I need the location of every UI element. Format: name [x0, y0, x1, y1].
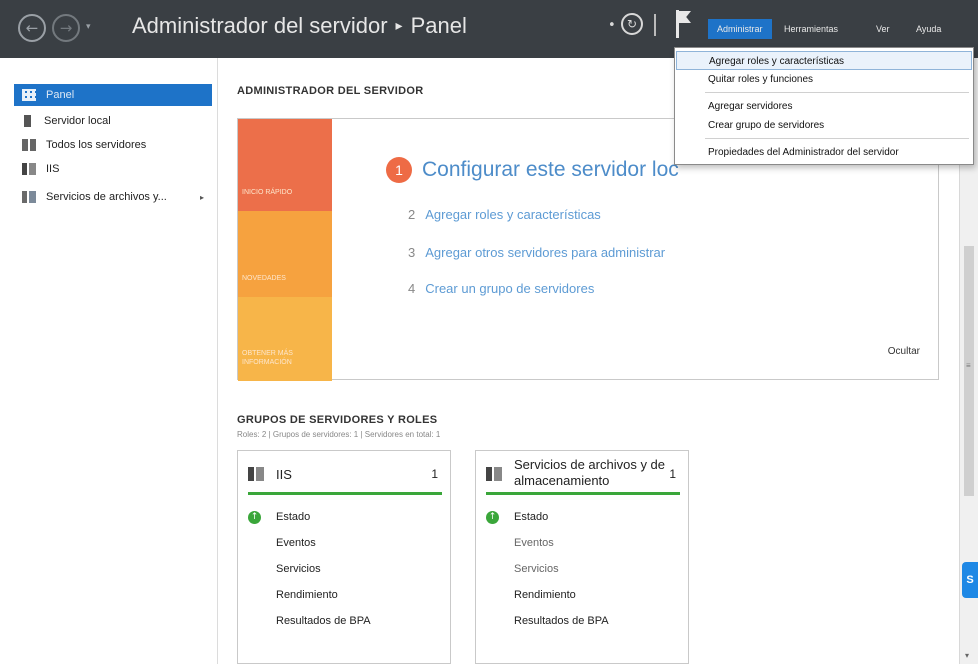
menu-item-add-roles[interactable]: Agregar roles y características — [676, 51, 972, 70]
back-button[interactable]: ← — [18, 14, 46, 42]
status-ok-icon: ↑ — [486, 511, 499, 524]
sidebar-item-iis[interactable]: IIS — [14, 158, 212, 180]
link-label: Agregar otros servidores para administra… — [425, 245, 666, 260]
file-services-icon — [22, 191, 36, 203]
card-row-services[interactable]: Servicios — [514, 563, 559, 575]
menu-item-add-servers[interactable]: Agregar servidores — [676, 97, 972, 116]
notifications-flag-icon[interactable] — [676, 10, 692, 38]
sidebar-item-label: Servidor local — [44, 115, 111, 127]
card-row-events[interactable]: Eventos — [514, 537, 554, 549]
tile-whats-new[interactable]: NOVEDADES — [238, 211, 332, 297]
sidebar-item-label: Panel — [46, 89, 75, 101]
card-row-performance[interactable]: Rendimiento — [276, 589, 338, 601]
step-number: 4 — [408, 281, 416, 296]
card-row-bpa[interactable]: Resultados de BPA — [276, 615, 371, 627]
refresh-dot: • — [608, 18, 616, 33]
card-count: 1 — [669, 467, 676, 481]
card-row-status[interactable]: Estado — [276, 511, 310, 523]
tile-label: NOVEDADES — [242, 275, 286, 282]
sidebar-item-all-servers[interactable]: Todos los servidores — [14, 134, 212, 156]
nav-history-dropdown-icon[interactable]: ▾ — [86, 22, 91, 32]
expand-arrow-icon[interactable]: ▸ — [200, 193, 204, 202]
title-page: Panel — [410, 13, 467, 38]
card-row-status[interactable]: Estado — [514, 511, 548, 523]
assistant-widget-icon[interactable]: S — [962, 562, 978, 598]
add-servers-link[interactable]: 3 Agregar otros servidores para administr… — [408, 245, 665, 260]
step-number: 3 — [408, 245, 416, 260]
card-header: Servicios de archivos y de almacenamient… — [486, 457, 680, 495]
file-services-icon — [486, 467, 502, 481]
step-label: Configurar este servidor loc — [422, 158, 679, 181]
card-count: 1 — [431, 467, 438, 481]
role-card-file-services[interactable]: Servicios de archivos y de almacenamient… — [475, 450, 689, 664]
title-app: Administrador del servidor — [132, 13, 388, 38]
card-row-services[interactable]: Servicios — [276, 563, 321, 575]
iis-icon — [22, 163, 36, 175]
link-label: Crear un grupo de servidores — [425, 281, 595, 296]
window-title: Administrador del servidor ▸ Panel — [132, 13, 467, 39]
administrar-dropdown-menu: Agregar roles y características Quitar r… — [674, 47, 974, 165]
menu-item-create-group[interactable]: Crear grupo de servidores — [676, 116, 972, 135]
tile-quick-start[interactable]: INICIO RÁPIDO — [238, 119, 332, 211]
title-separator-icon: ▸ — [395, 17, 403, 33]
card-row-events[interactable]: Eventos — [276, 537, 316, 549]
menu-administrar[interactable]: Administrar — [708, 19, 772, 39]
menu-ayuda[interactable]: Ayuda — [916, 24, 941, 34]
link-label: Agregar roles y características — [425, 207, 601, 222]
sidebar-item-panel[interactable]: Panel — [14, 84, 212, 106]
card-header: IIS 1 — [248, 461, 442, 495]
card-title: Servicios de archivos y de almacenamient… — [514, 457, 666, 488]
configure-server-link[interactable]: 1 Configurar este servidor loc — [386, 157, 679, 183]
tile-learn-more[interactable]: OBTENER MÁS INFORMACIÓN — [238, 297, 332, 381]
forward-button[interactable]: → — [52, 14, 80, 42]
page-heading: ADMINISTRADOR DEL SERVIDOR — [237, 85, 424, 97]
hide-link[interactable]: Ocultar — [888, 346, 920, 357]
menu-separator — [705, 92, 969, 93]
groups-summary: Roles: 2 | Grupos de servidores: 1 | Ser… — [237, 430, 441, 439]
role-card-iis[interactable]: IIS 1 ↑ Estado Eventos Servicios Rendimi… — [237, 450, 451, 664]
sidebar-item-label: Todos los servidores — [46, 139, 147, 151]
sidebar-item-label: IIS — [46, 163, 60, 175]
step-number-badge: 1 — [386, 157, 412, 183]
scroll-thumb[interactable]: ≡ — [964, 246, 974, 496]
step-number: 2 — [408, 207, 416, 222]
menu-item-properties[interactable]: Propiedades del Administrador del servid… — [676, 143, 972, 162]
menu-separator — [705, 138, 969, 139]
sidebar-item-local-server[interactable]: Servidor local — [14, 110, 212, 132]
sidebar-item-file-services[interactable]: Servicios de archivos y... ▸ — [14, 186, 212, 208]
toolbar-divider — [654, 14, 656, 36]
servers-icon — [22, 139, 36, 151]
menu-herramientas[interactable]: Herramientas — [784, 24, 838, 34]
sidebar: Panel Servidor local Todos los servidore… — [0, 58, 218, 664]
add-roles-link[interactable]: 2 Agregar roles y características — [408, 207, 601, 222]
scroll-down-icon[interactable]: ▾ — [965, 651, 969, 660]
create-group-link[interactable]: 4 Crear un grupo de servidores — [408, 281, 594, 296]
menu-item-remove-roles[interactable]: Quitar roles y funciones — [676, 70, 972, 89]
scroll-grip-icon: ≡ — [966, 361, 971, 370]
tile-label: OBTENER MÁS INFORMACIÓN — [242, 350, 293, 366]
sidebar-item-label: Servicios de archivos y... — [46, 191, 167, 203]
refresh-icon[interactable]: ↻ — [621, 13, 643, 35]
iis-icon — [248, 467, 264, 481]
groups-heading: GRUPOS DE SERVIDORES Y ROLES — [237, 414, 438, 426]
card-title: IIS — [276, 467, 292, 482]
status-ok-icon: ↑ — [248, 511, 261, 524]
card-row-performance[interactable]: Rendimiento — [514, 589, 576, 601]
card-row-bpa[interactable]: Resultados de BPA — [514, 615, 609, 627]
server-icon — [24, 115, 31, 127]
tile-label: INICIO RÁPIDO — [242, 189, 293, 196]
dashboard-icon — [22, 89, 36, 101]
menu-ver[interactable]: Ver — [876, 24, 890, 34]
